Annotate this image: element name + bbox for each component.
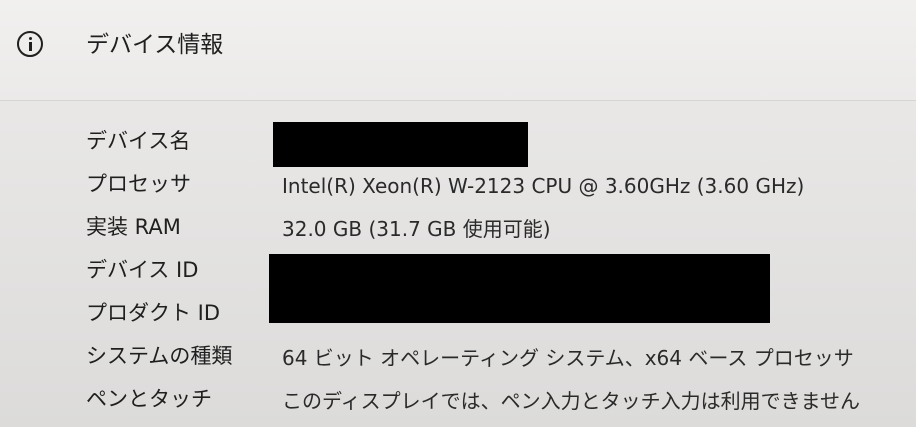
installed-ram-value[interactable]: 32.0 GB (31.7 GB 使用可能) [282, 215, 551, 243]
device-name-label: デバイス名 [86, 129, 191, 153]
installed-ram-label: 実装 RAM [86, 215, 181, 239]
info-icon [17, 31, 43, 57]
section-title: デバイス情報 [86, 32, 224, 58]
processor-label: プロセッサ [86, 172, 191, 196]
system-type-label: システムの種類 [86, 344, 233, 368]
device-name-redaction [273, 122, 528, 167]
pen-and-touch-value[interactable]: このディスプレイでは、ペン入力とタッチ入力は利用できません [282, 387, 860, 415]
processor-value[interactable]: Intel(R) Xeon(R) W-2123 CPU @ 3.60GHz (3… [282, 172, 804, 200]
product-id-label: プロダクト ID [86, 301, 221, 325]
device-id-label: デバイス ID [86, 258, 199, 282]
pen-and-touch-label: ペンとタッチ [86, 387, 212, 411]
section-header[interactable]: デバイス情報 [0, 0, 916, 101]
device-id-product-id-redaction [269, 254, 770, 323]
system-type-value[interactable]: 64 ビット オペレーティング システム、x64 ベース プロセッサ [282, 344, 854, 372]
